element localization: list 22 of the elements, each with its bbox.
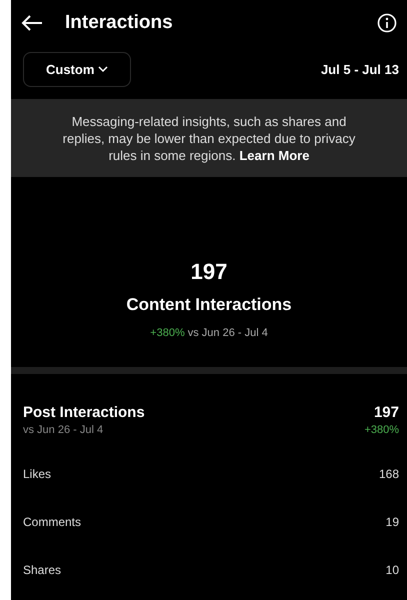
metric-label: Shares: [23, 563, 62, 577]
total-count: 197: [190, 259, 228, 285]
section-title: Post Interactions: [23, 404, 145, 421]
comparison-period: vs Jun 26 - Jul 4: [188, 327, 268, 339]
date-range-dropdown[interactable]: Custom: [23, 52, 132, 87]
back-arrow-icon[interactable]: [21, 14, 43, 32]
privacy-notice: Messaging-related insights, such as shares and replies, may be lower than expected due to privacy rules in some regions. Learn More: [11, 99, 407, 177]
change-percent: +380%: [150, 327, 185, 339]
date-range: Jul 5 - Jul 13: [320, 62, 399, 77]
section-total: 197: [374, 404, 399, 421]
change-percent: +380%: [364, 424, 399, 436]
metric-label: Comments: [23, 515, 82, 529]
summary-label: Content Interactions: [126, 295, 292, 315]
metric-value: 10: [386, 563, 399, 577]
comparison-period: vs Jun 26 - Jul 4: [23, 424, 104, 436]
page-title: Interactions: [65, 12, 174, 34]
metric-label: Likes: [23, 467, 52, 481]
metric-value: 19: [386, 515, 399, 529]
learn-more-link[interactable]: Learn More: [239, 148, 310, 163]
info-icon[interactable]: [377, 13, 397, 33]
metric-value: 168: [378, 467, 399, 481]
caret-icon: [98, 66, 108, 73]
